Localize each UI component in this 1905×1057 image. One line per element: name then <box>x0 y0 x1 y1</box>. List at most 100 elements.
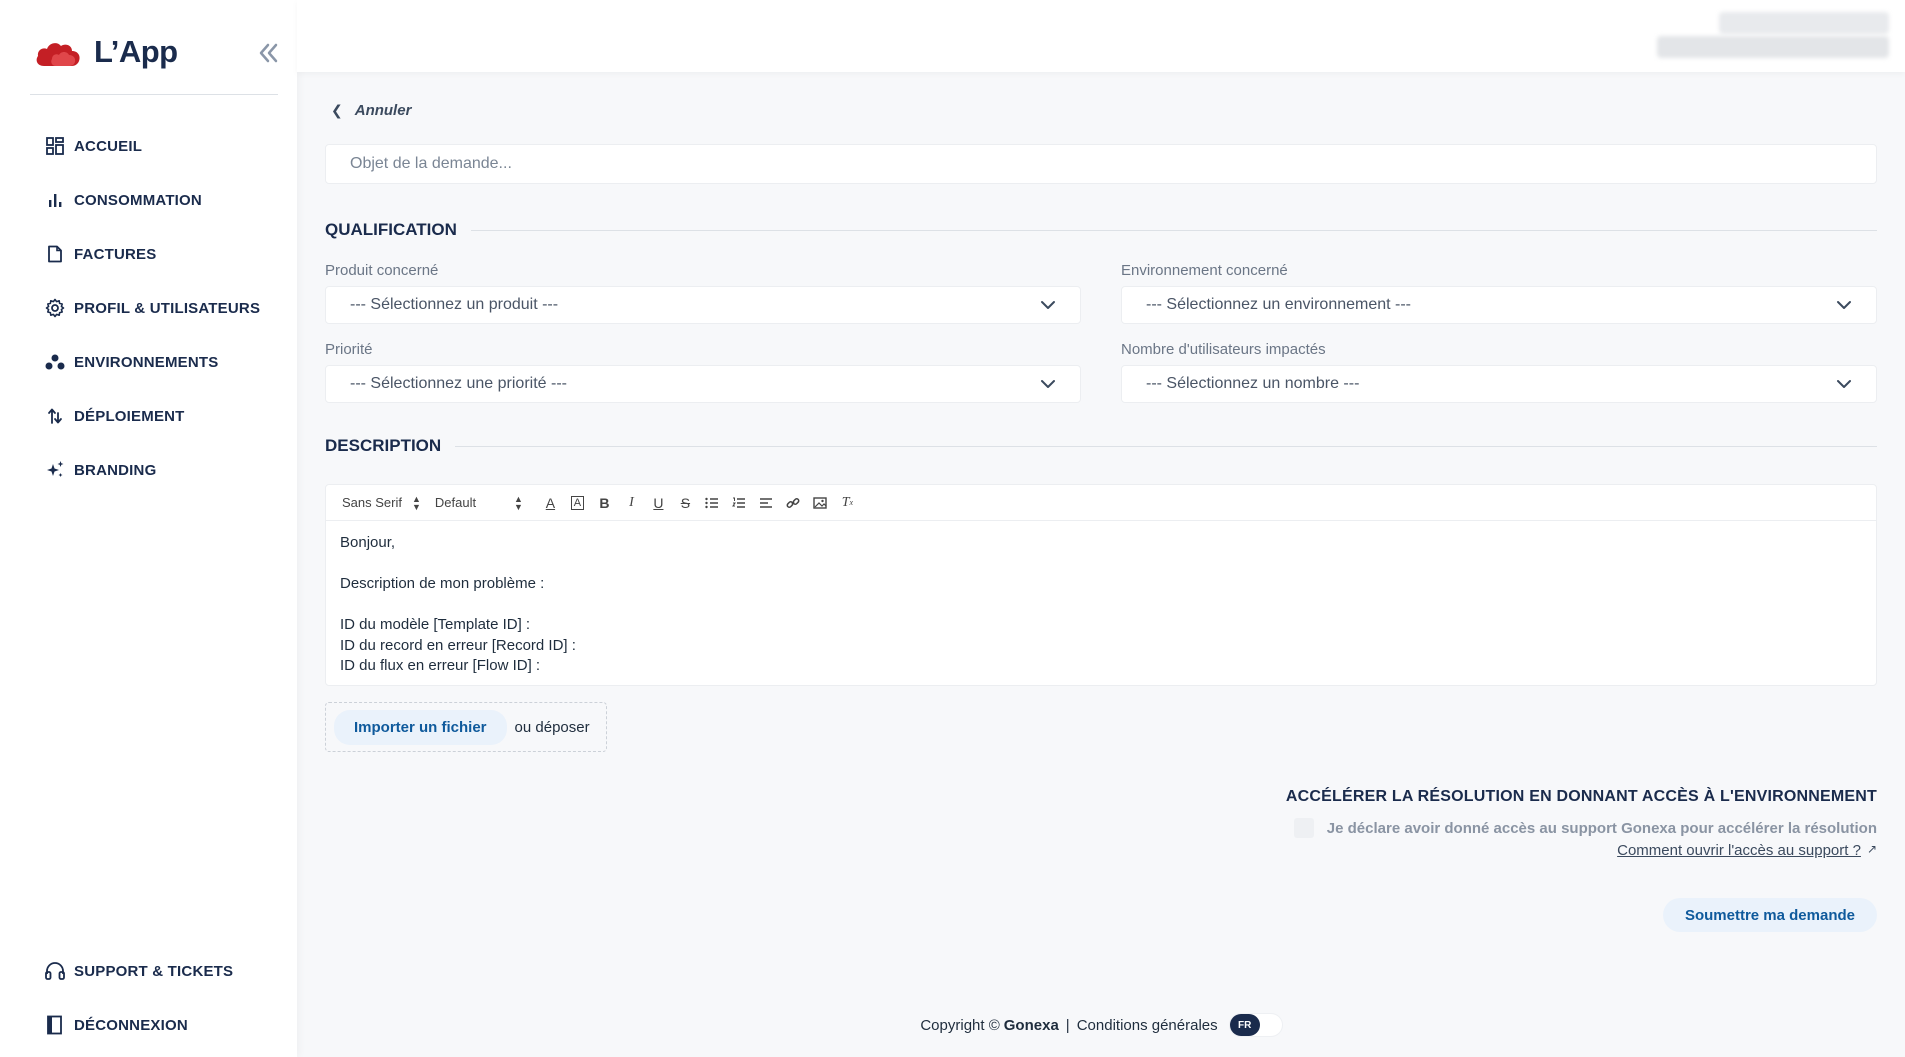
sidebar-item-environnements[interactable]: ENVIRONNEMENTS <box>44 347 218 377</box>
chevron-down-icon <box>1041 380 1055 388</box>
editor-line: Description de mon problème : <box>340 575 545 592</box>
priority-select[interactable]: --- Sélectionnez une priorité --- <box>325 365 1081 403</box>
underline-icon[interactable]: U <box>645 491 672 515</box>
font-family-value: Sans Serif <box>342 495 402 510</box>
gear-icon <box>44 297 66 319</box>
impacted-users-select[interactable]: --- Sélectionnez un nombre --- <box>1121 365 1877 403</box>
rich-text-editor[interactable]: Sans Serif ▲ ▼ Default ▲ ▼ A A B I U S T… <box>325 484 1877 686</box>
section-divider <box>455 445 1877 447</box>
impacted-users-label: Nombre d'utilisateurs impactés <box>1121 341 1326 358</box>
priority-select-value: --- Sélectionnez une priorité --- <box>350 375 567 392</box>
blurred-user-name[interactable] <box>1719 12 1889 34</box>
access-help-link[interactable]: Comment ouvrir l'accès au support ? <box>1617 842 1861 859</box>
import-file-button[interactable]: Importer un fichier <box>334 709 507 745</box>
italic-icon[interactable]: I <box>618 491 645 515</box>
sidebar-item-label: ACCUEIL <box>74 137 143 155</box>
product-select-value: --- Sélectionnez un produit --- <box>350 296 559 313</box>
select-arrows-icon: ▲ ▼ <box>513 493 523 512</box>
sidebar-item-label: DÉPLOIEMENT <box>74 407 185 425</box>
cluster-icon <box>44 351 66 373</box>
cloud-logo-icon <box>36 43 80 66</box>
document-icon <box>44 243 66 265</box>
qualification-title: QUALIFICATION <box>325 220 457 239</box>
align-icon[interactable] <box>753 491 780 515</box>
bullet-list-icon[interactable] <box>699 491 726 515</box>
sidebar-item-consommation[interactable]: CONSOMMATION <box>44 185 202 215</box>
section-divider <box>470 229 1877 231</box>
highlight-color-icon[interactable]: A <box>564 491 591 515</box>
deploy-arrows-icon <box>44 405 66 427</box>
sidebar-item-label: DÉCONNEXION <box>74 1016 188 1034</box>
language-code: FR <box>1229 1014 1260 1036</box>
sidebar-item-label: SUPPORT & TICKETS <box>74 962 234 980</box>
editor-line: Bonjour, <box>340 534 396 551</box>
cancel-label: Annuler <box>354 102 412 119</box>
access-checkbox[interactable] <box>1293 818 1314 838</box>
submit-button[interactable]: Soumettre ma demande <box>1662 898 1877 932</box>
cancel-link[interactable]: ❮ Annuler <box>331 102 411 119</box>
font-family-select[interactable]: Sans Serif ▲ ▼ <box>342 493 421 512</box>
font-size-value: Default <box>434 495 477 510</box>
image-icon[interactable] <box>807 491 834 515</box>
access-help: Comment ouvrir l'accès au support ? ↗ <box>1617 842 1877 859</box>
sidebar-item-accueil[interactable]: ACCUEIL <box>44 131 142 161</box>
headset-icon <box>44 960 66 982</box>
chevron-down-icon <box>1041 301 1055 309</box>
environment-select[interactable]: --- Sélectionnez un environnement --- <box>1121 286 1877 324</box>
editor-toolbar: Sans Serif ▲ ▼ Default ▲ ▼ A A B I U S T… <box>326 485 1876 521</box>
footer: Copyright © Gonexa | Conditions générale… <box>297 1014 1905 1036</box>
editor-line: ID du record en erreur [Record ID] : <box>340 636 576 654</box>
font-size-select[interactable]: Default ▲ ▼ <box>434 493 523 512</box>
collapse-sidebar-icon[interactable] <box>253 38 283 68</box>
file-dropzone[interactable]: Importer un fichier ou déposer <box>325 702 607 752</box>
strikethrough-icon[interactable]: S <box>672 491 699 515</box>
impacted-users-select-value: --- Sélectionnez un nombre --- <box>1146 375 1360 392</box>
copyright-text: Copyright © <box>920 1016 1000 1034</box>
logout-icon <box>44 1014 66 1036</box>
description-section-title: DESCRIPTION <box>325 436 1877 456</box>
blurred-user-email[interactable] <box>1657 36 1889 58</box>
sidebar-item-branding[interactable]: BRANDING <box>44 455 156 485</box>
language-toggle[interactable]: FR <box>1229 1014 1282 1036</box>
select-arrows-icon: ▲ ▼ <box>411 493 421 512</box>
sparkles-icon <box>44 459 66 481</box>
sidebar-item-deploiement[interactable]: DÉPLOIEMENT <box>44 401 185 431</box>
editor-line: ID du flux en erreur [Flow ID] : <box>340 657 541 674</box>
sidebar: L’App ACCUEIL CONSOMMATION FACTURES PROF… <box>0 0 297 1057</box>
external-link-icon: ↗ <box>1866 842 1877 856</box>
subject-input[interactable] <box>325 144 1877 184</box>
sidebar-item-label: FACTURES <box>74 245 157 263</box>
sidebar-item-factures[interactable]: FACTURES <box>44 239 156 269</box>
qualification-section-title: QUALIFICATION <box>325 220 1877 240</box>
sidebar-item-support[interactable]: SUPPORT & TICKETS <box>44 956 233 986</box>
environment-label: Environnement concerné <box>1121 262 1288 279</box>
product-select[interactable]: --- Sélectionnez un produit --- <box>325 286 1081 324</box>
chevron-down-icon <box>1837 380 1851 388</box>
link-icon[interactable] <box>780 491 807 515</box>
chevron-down-icon <box>1837 301 1851 309</box>
ordered-list-icon[interactable] <box>726 491 753 515</box>
environment-select-value: --- Sélectionnez un environnement --- <box>1146 296 1412 313</box>
text-color-icon[interactable]: A <box>537 491 564 515</box>
drop-hint: ou déposer <box>514 718 590 736</box>
editor-content[interactable]: Bonjour, Description de mon problème : I… <box>326 521 1876 689</box>
description-title: DESCRIPTION <box>325 436 442 455</box>
sidebar-item-label: BRANDING <box>74 461 157 479</box>
top-bar <box>297 0 1905 72</box>
chevron-left-icon: ❮ <box>331 102 343 118</box>
editor-line: ID du modèle [Template ID] : <box>340 616 531 633</box>
sidebar-item-profil[interactable]: PROFIL & UTILISATEURS <box>44 293 260 323</box>
bold-icon[interactable]: B <box>591 491 618 515</box>
sidebar-item-label: PROFIL & UTILISATEURS <box>74 299 261 317</box>
access-checkbox-label[interactable]: Je déclare avoir donné accès au support … <box>1327 820 1877 837</box>
product-label: Produit concerné <box>325 262 439 279</box>
clear-format-icon[interactable]: Tx <box>834 491 861 515</box>
access-section-title: ACCÉLÉRER LA RÉSOLUTION EN DONNANT ACCÈS… <box>1285 788 1877 805</box>
terms-link[interactable]: Conditions générales <box>1077 1017 1218 1034</box>
sidebar-item-deconnexion[interactable]: DÉCONNEXION <box>44 1010 188 1040</box>
bar-chart-icon <box>44 189 66 211</box>
footer-separator: | <box>1065 1016 1070 1034</box>
app-name: L’App <box>94 34 178 69</box>
